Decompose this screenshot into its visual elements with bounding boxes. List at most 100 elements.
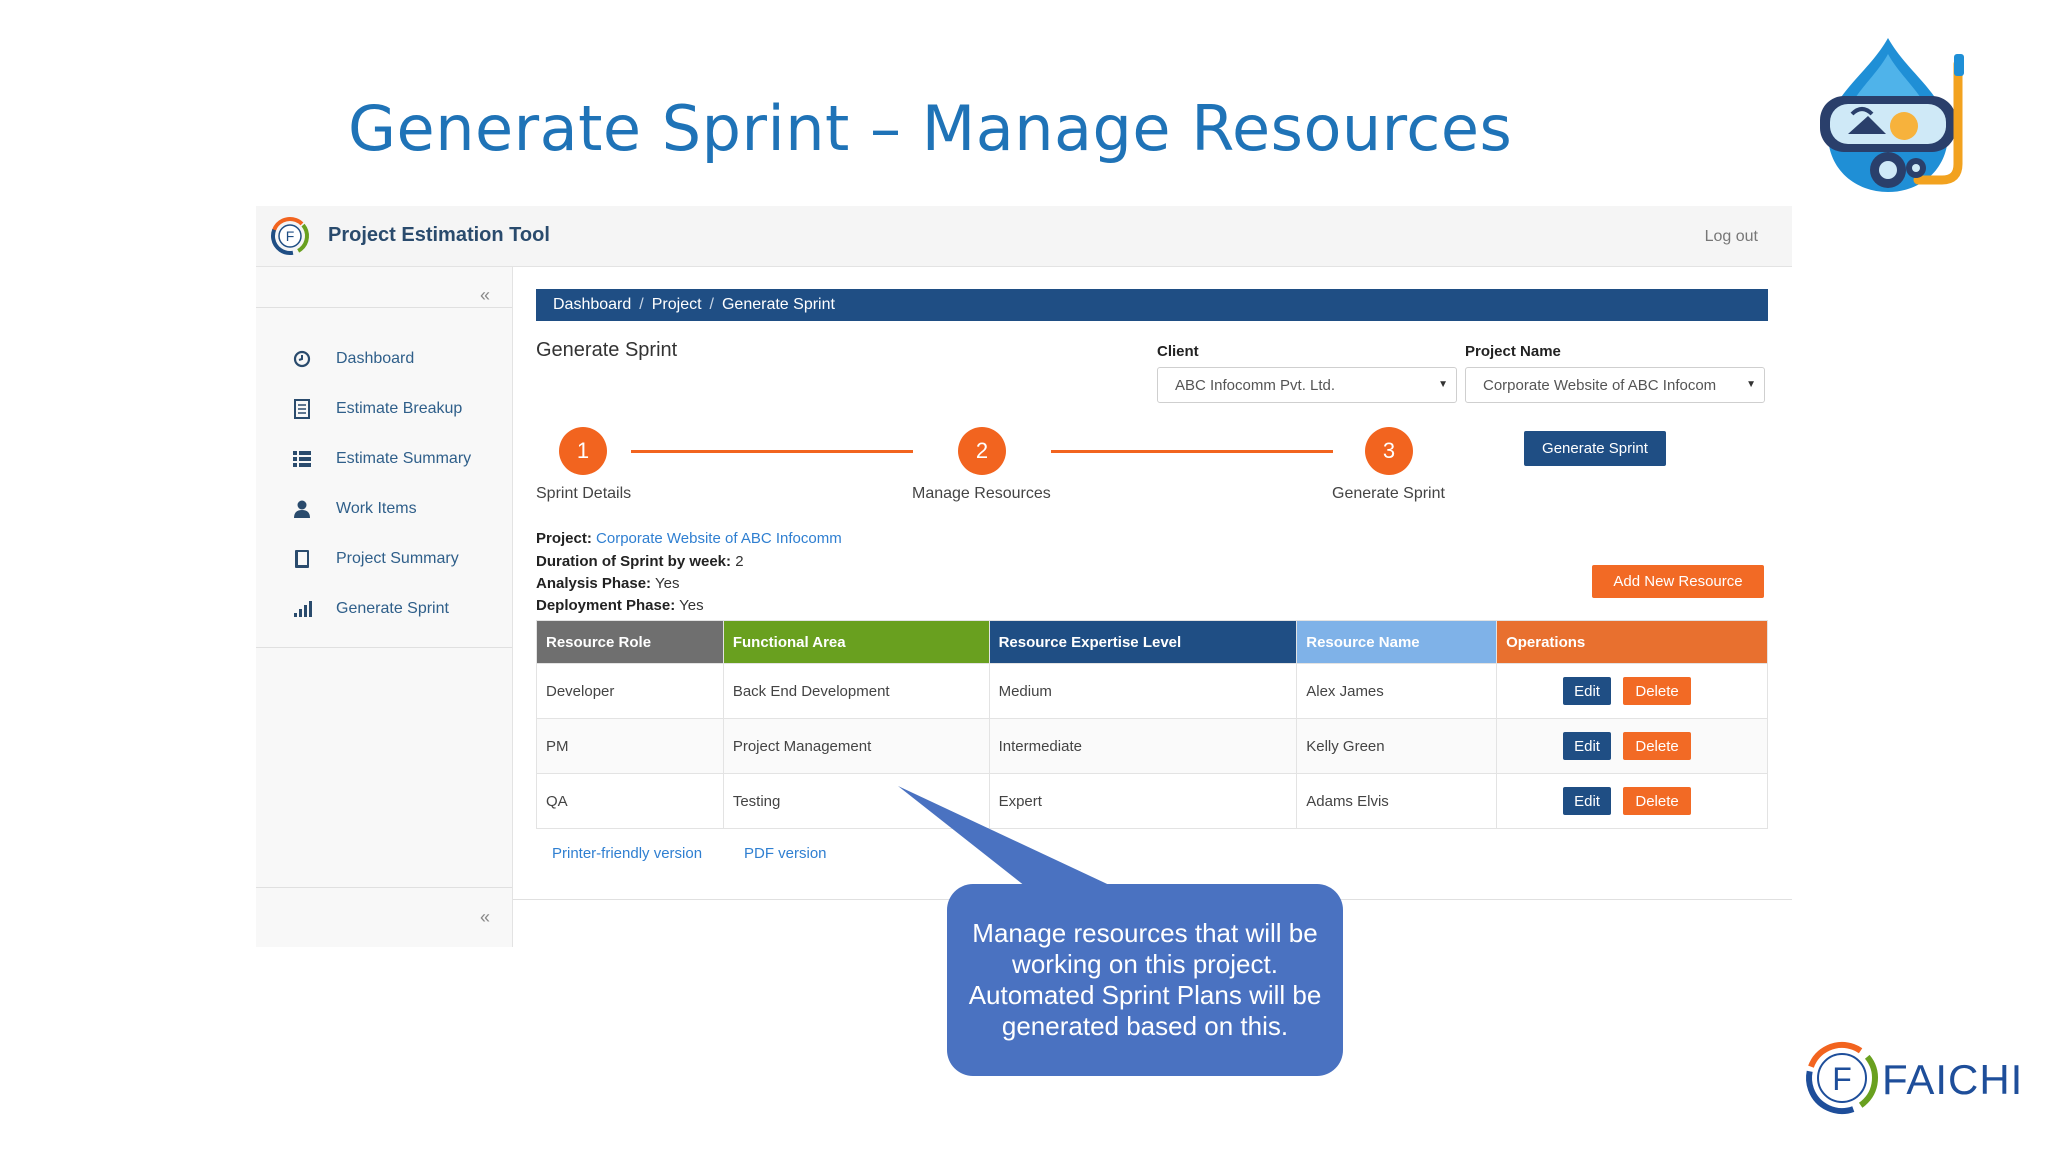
table-header-row: Resource Role Functional Area Resource E… (536, 620, 1768, 664)
chevron-down-icon: ▼ (1746, 379, 1756, 390)
clock-icon (290, 347, 314, 371)
edit-button[interactable]: Edit (1563, 787, 1612, 815)
cell-resource-role: Developer (536, 663, 724, 719)
cell-operations: Edit Delete (1496, 773, 1768, 829)
breadcrumb-project[interactable]: Project (652, 296, 702, 314)
step-1-label: Sprint Details (536, 485, 632, 502)
sidebar-collapse-button[interactable]: « (480, 285, 490, 306)
table-row: PM Project Management Intermediate Kelly… (536, 718, 1768, 774)
edit-button[interactable]: Edit (1563, 732, 1612, 760)
table-row: QA Testing Expert Adams Elvis Edit Delet… (536, 773, 1768, 829)
sidebar-collapse-button[interactable]: « (480, 907, 490, 928)
project-name-label: Project Name (1465, 343, 1561, 360)
app-logo: F (271, 217, 309, 255)
analysis-label: Analysis Phase: (536, 575, 652, 592)
app-header: F Project Estimation Tool Log out (256, 206, 1792, 267)
project-info-label: Project: (536, 530, 592, 547)
cell-expertise-level: Intermediate (988, 718, 1298, 774)
cell-resource-name: Adams Elvis (1296, 773, 1498, 829)
analysis-info-line: Analysis Phase: Yes (536, 575, 679, 592)
client-select-value: ABC Infocomm Pvt. Ltd. (1175, 376, 1336, 394)
col-resource-name[interactable]: Resource Name (1296, 620, 1498, 664)
duration-label: Duration of Sprint by week: (536, 553, 732, 570)
breadcrumb-separator: / (709, 296, 714, 313)
printer-friendly-link[interactable]: Printer-friendly version (552, 845, 702, 862)
svg-text:F: F (286, 228, 295, 244)
sidebar-divider (256, 647, 512, 648)
document-icon (290, 397, 314, 421)
pdf-version-link[interactable]: PDF version (744, 845, 827, 862)
breadcrumb-separator: / (639, 296, 644, 313)
project-info-line: Project: Corporate Website of ABC Infoco… (536, 530, 842, 547)
table-row: Developer Back End Development Medium Al… (536, 663, 1768, 719)
cell-resource-role: QA (536, 773, 724, 829)
project-name-select-value: Corporate Website of ABC Infocom (1483, 376, 1717, 394)
project-link[interactable]: Corporate Website of ABC Infocomm (596, 530, 842, 547)
step-1-circle[interactable]: 1 (559, 427, 607, 475)
breadcrumb: Dashboard / Project / Generate Sprint (536, 289, 1768, 321)
slide-title: Generate Sprint – Manage Resources (348, 92, 1513, 165)
resources-table: Resource Role Functional Area Resource E… (536, 620, 1768, 829)
step-3-label: Generate Sprint (1332, 485, 1445, 502)
project-name-select[interactable]: Corporate Website of ABC Infocom ▼ (1465, 367, 1765, 403)
deployment-info-line: Deployment Phase: Yes (536, 597, 704, 614)
deployment-label: Deployment Phase: (536, 597, 676, 614)
scuba-drop-mascot-logo (1820, 38, 1964, 192)
logout-link[interactable]: Log out (1705, 228, 1758, 246)
duration-value: 2 (735, 553, 744, 570)
app-window: F Project Estimation Tool Log out « Dash… (256, 206, 1792, 947)
cell-operations: Edit Delete (1496, 718, 1768, 774)
cell-resource-name: Kelly Green (1296, 718, 1498, 774)
col-functional-area[interactable]: Functional Area (722, 620, 990, 664)
cell-resource-name: Alex James (1296, 663, 1498, 719)
sidebar-item-generate-sprint[interactable]: Generate Sprint (256, 579, 512, 639)
sidebar-item-label: Work Items (336, 500, 417, 517)
chevron-down-icon: ▼ (1438, 379, 1448, 390)
book-icon (290, 547, 314, 571)
client-select[interactable]: ABC Infocomm Pvt. Ltd. ▼ (1157, 367, 1457, 403)
col-resource-expertise-level[interactable]: Resource Expertise Level (988, 620, 1298, 664)
callout-bubble: Manage resources that will be working on… (947, 884, 1343, 1076)
sidebar-divider (256, 887, 512, 888)
sidebar-item-label: Project Summary (336, 550, 459, 567)
sidebar-item-label: Estimate Breakup (336, 400, 463, 417)
sidebar: « Dashboard Estimate Breakup Estimate Su… (256, 267, 513, 947)
app-name: Project Estimation Tool (328, 224, 550, 246)
analysis-value: Yes (654, 575, 680, 592)
duration-info-line: Duration of Sprint by week: 2 (536, 553, 744, 570)
step-connector (631, 450, 913, 453)
delete-button[interactable]: Delete (1623, 677, 1692, 705)
cell-resource-role: PM (536, 718, 724, 774)
step-2-circle[interactable]: 2 (958, 427, 1006, 475)
cell-functional-area: Back End Development (722, 663, 990, 719)
add-new-resource-button[interactable]: Add New Resource (1592, 565, 1764, 598)
page-title: Generate Sprint (536, 339, 678, 361)
edit-button[interactable]: Edit (1563, 677, 1612, 705)
delete-button[interactable]: Delete (1623, 732, 1692, 760)
sidebar-item-label: Estimate Summary (336, 450, 472, 467)
deployment-value: Yes (679, 597, 704, 614)
list-icon (290, 447, 314, 471)
sidebar-divider (256, 307, 512, 308)
breadcrumb-dashboard[interactable]: Dashboard (553, 296, 631, 314)
sidebar-item-label: Dashboard (336, 350, 415, 367)
cell-expertise-level: Medium (988, 663, 1298, 719)
cell-operations: Edit Delete (1496, 663, 1768, 719)
step-3-circle[interactable]: 3 (1365, 427, 1413, 475)
col-resource-role[interactable]: Resource Role (536, 620, 724, 664)
svg-text:F: F (1832, 1061, 1852, 1097)
cell-functional-area: Project Management (722, 718, 990, 774)
delete-button[interactable]: Delete (1623, 787, 1692, 815)
cell-expertise-level: Expert (988, 773, 1298, 829)
sidebar-item-label: Generate Sprint (336, 600, 449, 617)
breadcrumb-generate-sprint[interactable]: Generate Sprint (722, 296, 835, 314)
brand-name: FAICHI (1882, 1056, 2024, 1103)
user-icon (290, 497, 314, 521)
bar-chart-icon (290, 597, 314, 621)
step-connector (1051, 450, 1333, 453)
generate-sprint-button[interactable]: Generate Sprint (1524, 431, 1666, 466)
cell-functional-area: Testing (722, 773, 990, 829)
col-operations: Operations (1496, 620, 1768, 664)
client-label: Client (1157, 343, 1199, 360)
step-2-label: Manage Resources (912, 485, 1051, 502)
